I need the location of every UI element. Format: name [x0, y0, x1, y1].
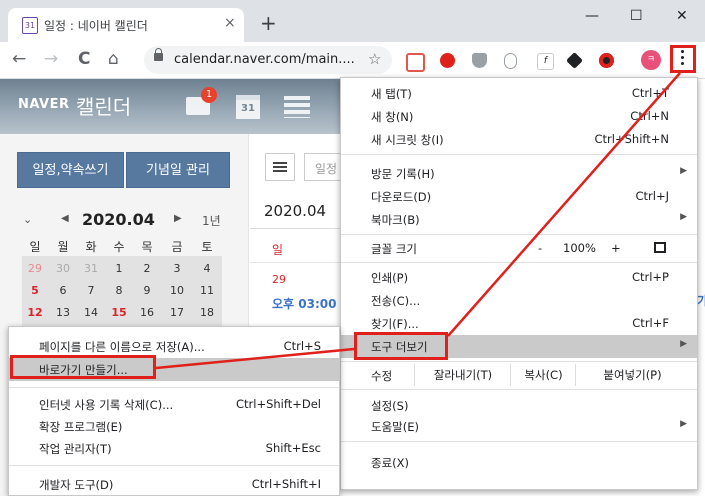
arrow-to-shortcut — [155, 347, 355, 370]
annotation-arrows — [155, 72, 681, 370]
arrow-to-menu — [447, 72, 681, 337]
